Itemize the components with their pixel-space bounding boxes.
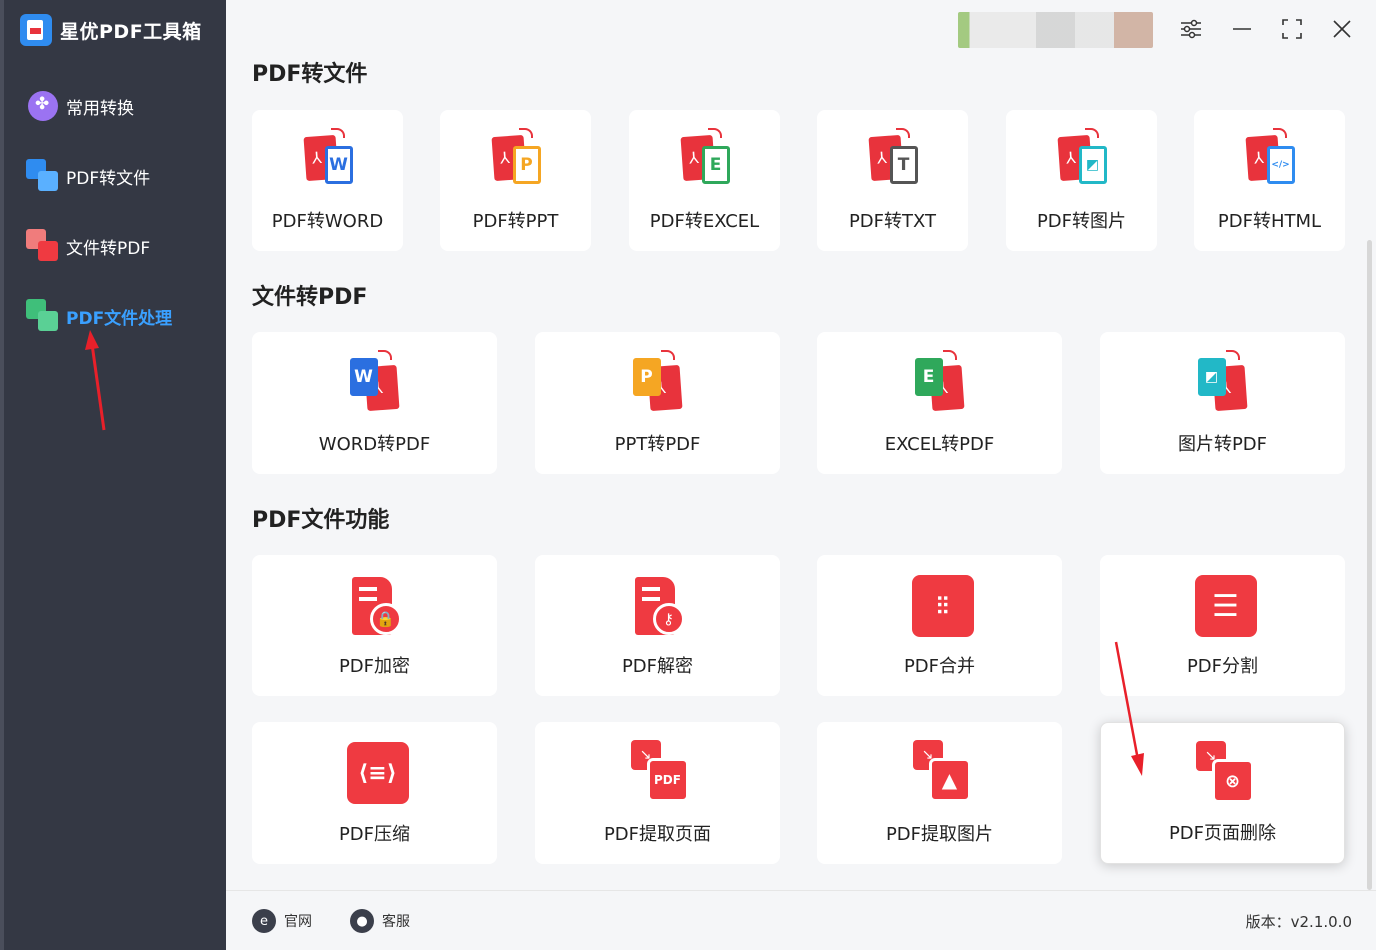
file-to-pdf-icon bbox=[26, 229, 60, 263]
sidebar-item-label: 文件转PDF bbox=[66, 238, 151, 259]
card-label: WORD转PDF bbox=[318, 434, 431, 455]
sidebar-item-file-to-pdf[interactable]: 文件转PDF bbox=[26, 226, 150, 266]
card-pdf-to-image[interactable]: ◩ PDF转图片 bbox=[1006, 110, 1157, 251]
card-image-to-pdf[interactable]: ◩ 图片转PDF bbox=[1100, 332, 1345, 474]
section-title-file-to-pdf: 文件转PDF bbox=[252, 285, 368, 310]
card-label: PPT转PDF bbox=[614, 434, 701, 455]
card-pdf-merge[interactable]: ⫶⫶ PDF合并 bbox=[817, 555, 1062, 696]
card-label: PDF提取页面 bbox=[603, 824, 712, 845]
card-pdf-split[interactable]: ☰ PDF分割 bbox=[1100, 555, 1345, 696]
card-pdf-extract-pages[interactable]: ↘ PDF PDF提取页面 bbox=[535, 722, 780, 864]
card-word-to-pdf[interactable]: W WORD转PDF bbox=[252, 332, 497, 474]
word-to-pdf-icon: W bbox=[342, 350, 408, 416]
card-label: PDF加密 bbox=[338, 656, 411, 677]
pdf-delete-pages-icon: ↘ ⊗ bbox=[1190, 741, 1256, 807]
pdf-extract-pages-icon: ↘ PDF bbox=[625, 740, 691, 806]
sidebar-item-common-conversion[interactable]: 常用转换 bbox=[26, 86, 134, 126]
card-pdf-to-ppt[interactable]: P PDF转PPT bbox=[440, 110, 591, 251]
card-label: PDF转TXT bbox=[848, 211, 937, 232]
card-label: PDF转HTML bbox=[1217, 211, 1322, 232]
card-pdf-decrypt[interactable]: ⚷ PDF解密 bbox=[535, 555, 780, 696]
version-text: 版本：v2.1.0.0 bbox=[1245, 913, 1352, 931]
section-title-pdf-functions: PDF文件功能 bbox=[252, 508, 390, 533]
pdf-to-txt-icon: T bbox=[860, 128, 926, 194]
sidebar-item-label: 常用转换 bbox=[66, 98, 134, 119]
pdf-merge-icon: ⫶⫶ bbox=[907, 573, 974, 639]
avatar[interactable] bbox=[958, 12, 1153, 48]
card-pdf-delete-pages[interactable]: ↘ ⊗ PDF页面删除 bbox=[1100, 722, 1345, 864]
sidebar: 星优PDF工具箱 常用转换 PDF转文件 文件转PDF PDF文件处理 bbox=[4, 0, 226, 950]
pdf-to-ppt-icon: P bbox=[483, 128, 549, 194]
card-label: PDF页面删除 bbox=[1168, 823, 1277, 844]
app-logo-icon bbox=[20, 14, 52, 46]
flower-icon bbox=[26, 89, 60, 123]
card-label: PDF提取图片 bbox=[885, 824, 994, 845]
card-ppt-to-pdf[interactable]: P PPT转PDF bbox=[535, 332, 780, 474]
app-title: 星优PDF工具箱 bbox=[20, 14, 202, 46]
annotation-arrow-up bbox=[85, 330, 106, 431]
image-to-pdf-icon: ◩ bbox=[1190, 350, 1256, 416]
card-label: PDF分割 bbox=[1186, 656, 1259, 677]
card-excel-to-pdf[interactable]: E EXCEL转PDF bbox=[817, 332, 1062, 474]
card-pdf-extract-images[interactable]: ↘ ▲ PDF提取图片 bbox=[817, 722, 1062, 864]
support-link[interactable]: ● 客服 bbox=[350, 909, 410, 933]
main-panel: PDF转文件 W PDF转WORD P PDF转PPT E PDF转EXCEL … bbox=[226, 0, 1376, 950]
card-pdf-encrypt[interactable]: 🔒 PDF加密 bbox=[252, 555, 497, 696]
settings-icon[interactable] bbox=[1176, 14, 1206, 44]
sidebar-item-pdf-to-file[interactable]: PDF转文件 bbox=[26, 156, 150, 196]
ppt-to-pdf-icon: P bbox=[625, 350, 691, 416]
app-title-text: 星优PDF工具箱 bbox=[60, 20, 202, 43]
title-bar bbox=[226, 0, 1376, 60]
card-pdf-to-excel[interactable]: E PDF转EXCEL bbox=[629, 110, 780, 251]
card-pdf-to-word[interactable]: W PDF转WORD bbox=[252, 110, 403, 251]
pdf-decrypt-icon: ⚷ bbox=[625, 573, 691, 639]
card-label: PDF转图片 bbox=[1036, 211, 1127, 232]
card-pdf-to-html[interactable]: </> PDF转HTML bbox=[1194, 110, 1345, 251]
chat-icon: ● bbox=[350, 909, 374, 933]
section-title-pdf-to-file: PDF转文件 bbox=[252, 62, 368, 87]
support-label: 客服 bbox=[382, 914, 410, 930]
sidebar-item-label: PDF文件处理 bbox=[66, 308, 173, 329]
pdf-to-file-icon bbox=[26, 159, 60, 193]
card-label: PDF转PPT bbox=[472, 211, 559, 232]
scrollbar[interactable] bbox=[1367, 240, 1372, 890]
pdf-to-html-icon: </> bbox=[1237, 128, 1303, 194]
card-label: PDF解密 bbox=[621, 656, 694, 677]
pdf-compress-icon: ⟨≡⟩ bbox=[342, 740, 409, 806]
card-label: EXCEL转PDF bbox=[884, 434, 995, 455]
card-label: PDF转WORD bbox=[271, 211, 384, 232]
pdf-encrypt-icon: 🔒 bbox=[342, 573, 408, 639]
card-label: 图片转PDF bbox=[1177, 434, 1268, 455]
card-pdf-compress[interactable]: ⟨≡⟩ PDF压缩 bbox=[252, 722, 497, 864]
pdf-processing-icon bbox=[26, 299, 60, 333]
card-label: PDF压缩 bbox=[338, 824, 411, 845]
website-label: 官网 bbox=[284, 914, 312, 930]
card-label: PDF转EXCEL bbox=[649, 211, 760, 232]
sidebar-item-label: PDF转文件 bbox=[66, 168, 151, 189]
pdf-to-excel-icon: E bbox=[672, 128, 738, 194]
close-icon[interactable] bbox=[1327, 14, 1357, 44]
browser-icon: e bbox=[252, 909, 276, 933]
excel-to-pdf-icon: E bbox=[907, 350, 973, 416]
minimize-icon[interactable] bbox=[1227, 14, 1257, 44]
pdf-split-icon: ☰ bbox=[1190, 573, 1257, 639]
card-pdf-to-txt[interactable]: T PDF转TXT bbox=[817, 110, 968, 251]
pdf-to-word-icon: W bbox=[295, 128, 361, 194]
maximize-icon[interactable] bbox=[1277, 14, 1307, 44]
pdf-to-image-icon: ◩ bbox=[1049, 128, 1115, 194]
pdf-extract-images-icon: ↘ ▲ bbox=[907, 740, 973, 806]
footer: e 官网 ● 客服 版本：v2.1.0.0 bbox=[226, 890, 1376, 950]
website-link[interactable]: e 官网 bbox=[252, 909, 312, 933]
sidebar-item-pdf-processing[interactable]: PDF文件处理 bbox=[26, 296, 172, 336]
card-label: PDF合并 bbox=[903, 656, 976, 677]
